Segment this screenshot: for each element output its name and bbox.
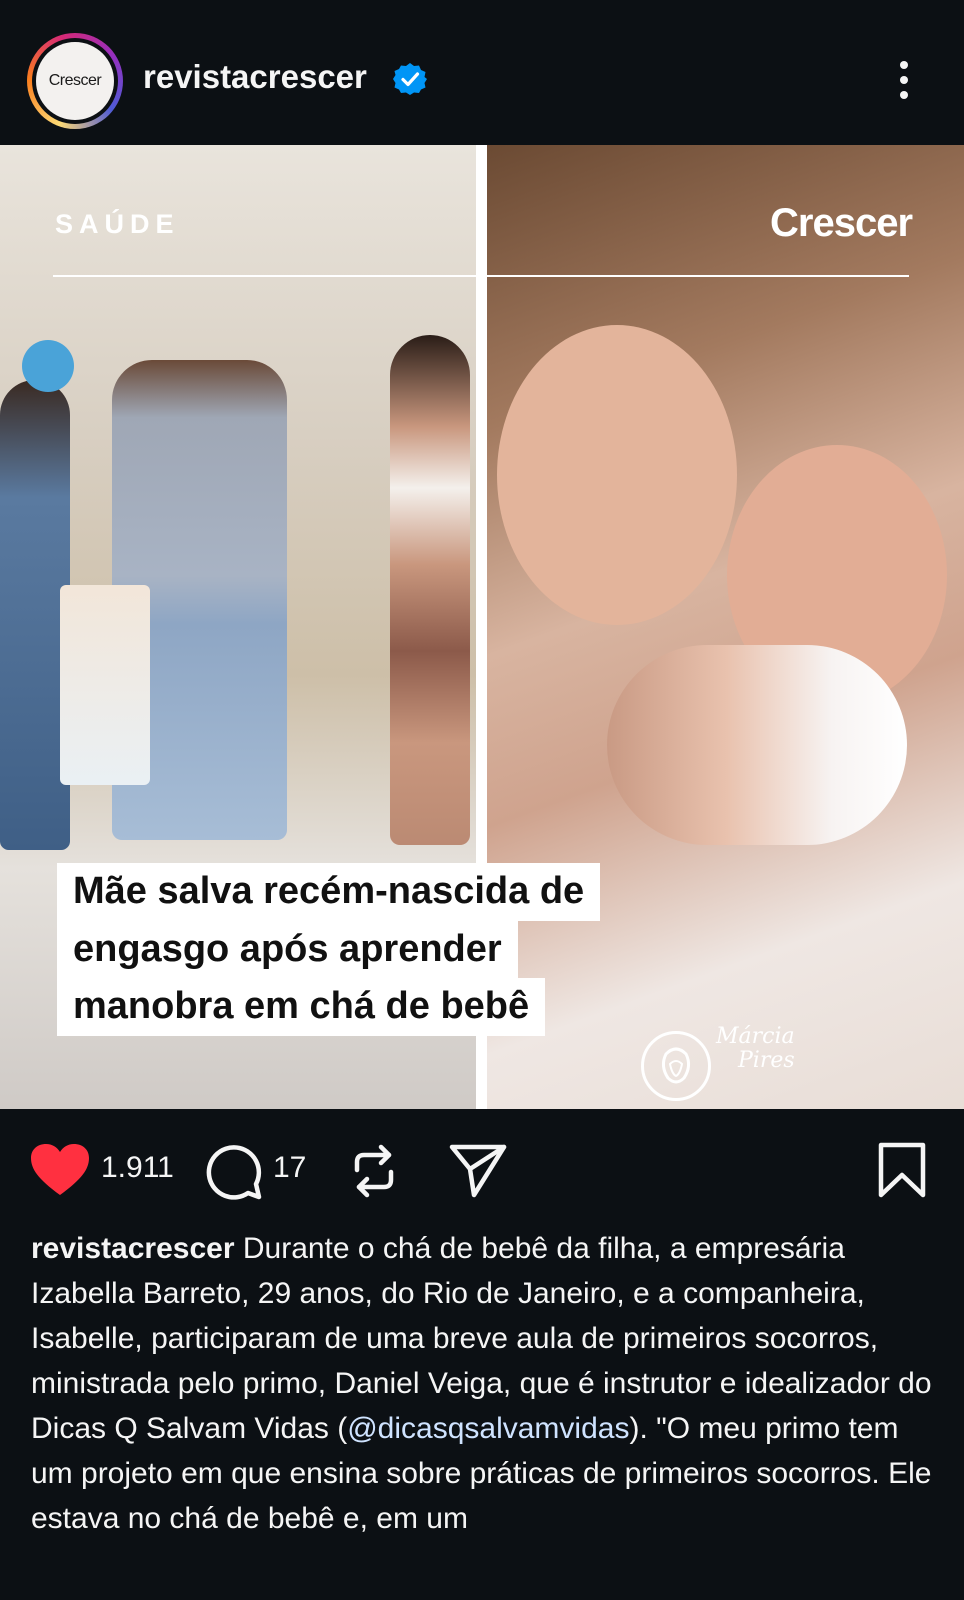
send-icon[interactable] xyxy=(449,1143,507,1199)
like-count[interactable]: 1.911 xyxy=(101,1151,174,1185)
photo-face-left xyxy=(497,325,737,625)
photo-figure-pregnant-woman xyxy=(390,335,470,845)
photo-newborn xyxy=(607,645,907,845)
headline-line: Mãe salva recém-nascida de xyxy=(57,863,601,921)
image-top-rule xyxy=(53,275,909,277)
photographer-logo-icon xyxy=(641,1031,711,1101)
photo-cake-table xyxy=(60,585,150,785)
comment-count[interactable]: 17 xyxy=(273,1151,306,1185)
post-username[interactable]: revistacrescer xyxy=(143,58,367,96)
photo-balloon xyxy=(22,340,74,392)
post-header: Crescer revistacrescer xyxy=(0,0,964,145)
heart-filled-icon[interactable] xyxy=(30,1143,90,1197)
caption-username[interactable]: revistacrescer xyxy=(31,1232,235,1265)
photo-credit-line: Pires xyxy=(738,1048,795,1074)
photo-credit: Márcia Pires xyxy=(716,1024,795,1074)
comment-icon[interactable] xyxy=(204,1142,262,1200)
avatar[interactable]: Crescer xyxy=(27,33,123,129)
avatar-logo-text: Crescer xyxy=(48,72,102,89)
photo-credit-line: Márcia xyxy=(716,1024,795,1049)
headline: Mãe salva recém-nascida de engasgo após … xyxy=(57,863,697,1036)
post-caption: revistacrescer Durante o chá de bebê da … xyxy=(31,1226,936,1541)
repost-icon[interactable] xyxy=(349,1142,399,1200)
avatar-frame: Crescer xyxy=(32,38,118,124)
brand-watermark: Crescer xyxy=(770,201,913,245)
caption-mention-link[interactable]: @dicasqsalvamvidas xyxy=(347,1412,629,1445)
avatar-image: Crescer xyxy=(36,42,114,120)
post-image[interactable]: SAÚDE Crescer Mãe salva recém-nascida de… xyxy=(0,145,964,1109)
section-label: SAÚDE xyxy=(55,209,180,239)
verified-badge-icon xyxy=(393,63,427,95)
more-vertical-icon[interactable] xyxy=(890,58,918,102)
headline-line: manobra em chá de bebê xyxy=(57,978,546,1036)
headline-line: engasgo após aprender xyxy=(57,920,518,979)
bookmark-icon[interactable] xyxy=(878,1142,926,1198)
post-actions: 1.911 17 xyxy=(0,1109,964,1229)
